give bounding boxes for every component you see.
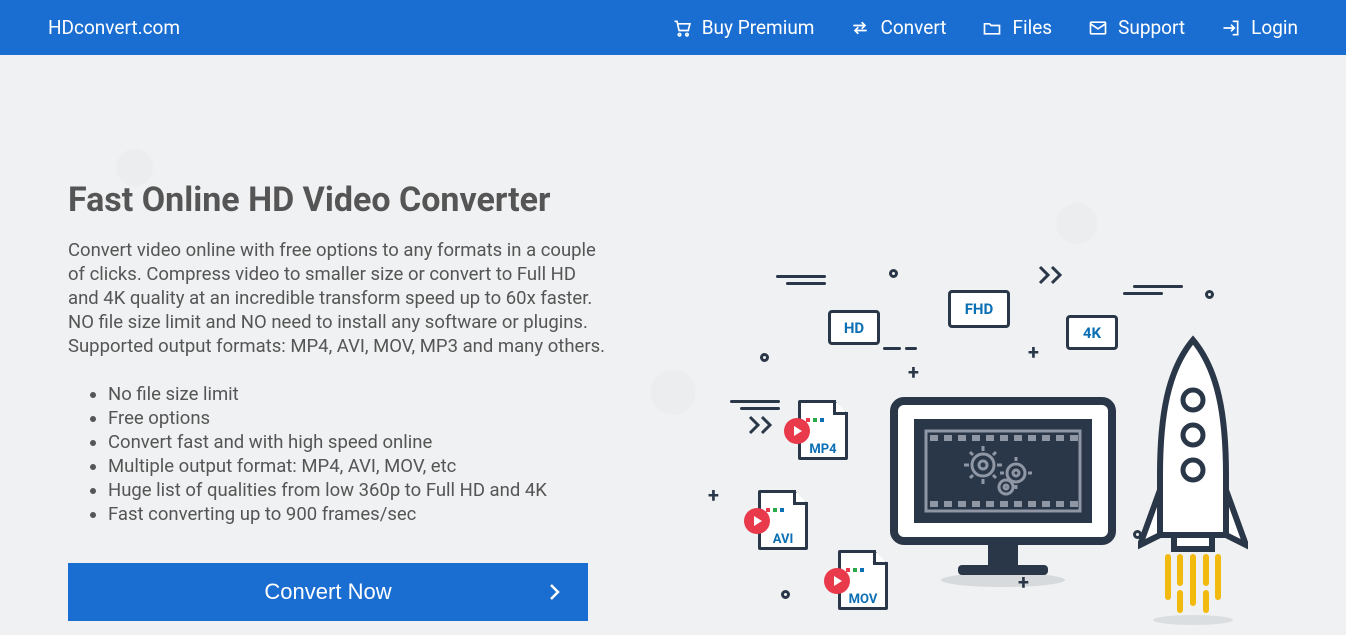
motion-line-icon xyxy=(1133,285,1183,288)
play-icon xyxy=(744,508,770,534)
nav-buy-premium[interactable]: Buy Premium xyxy=(672,16,815,39)
chevrons-icon xyxy=(748,415,776,435)
play-icon xyxy=(824,568,850,594)
motion-line-icon xyxy=(730,400,780,403)
nav-login[interactable]: Login xyxy=(1221,16,1298,39)
page-title: Fast Online HD Video Converter xyxy=(68,180,608,220)
nav-convert[interactable]: Convert xyxy=(850,16,946,39)
main-nav: Buy Premium Convert Files Support Login xyxy=(672,16,1298,39)
motion-line-icon xyxy=(776,275,826,278)
fhd-badge: FHD xyxy=(948,290,1010,328)
feature-list: No file size limit Free options Convert … xyxy=(68,382,608,526)
nav-label: Support xyxy=(1118,16,1185,39)
motion-line-icon xyxy=(740,407,780,410)
nav-support[interactable]: Support xyxy=(1088,16,1185,39)
site-logo[interactable]: HDconvert.com xyxy=(48,16,180,39)
motion-line-icon xyxy=(786,282,826,285)
feature-item: Fast converting up to 900 frames/sec xyxy=(108,502,608,526)
dot-icon xyxy=(889,269,898,278)
hd-badge: HD xyxy=(828,310,880,345)
nav-label: Convert xyxy=(880,16,946,39)
plus-icon: + xyxy=(708,483,719,507)
convert-now-button[interactable]: Convert Now xyxy=(68,563,588,621)
feature-item: Multiple output format: MP4, AVI, MOV, e… xyxy=(108,454,608,478)
fourk-badge: 4K xyxy=(1066,315,1118,350)
mp4-file-icon: MP4 xyxy=(798,400,848,460)
site-header: HDconvert.com Buy Premium Convert Files … xyxy=(0,0,1346,55)
cta-label: Convert Now xyxy=(264,579,391,605)
feature-item: Convert fast and with high speed online xyxy=(108,430,608,454)
rocket-icon xyxy=(1138,335,1248,625)
hero-description: Convert video online with free options t… xyxy=(68,238,608,358)
mov-file-icon: MOV xyxy=(838,550,888,610)
nav-label: Buy Premium xyxy=(702,16,815,39)
plus-icon: + xyxy=(908,360,919,384)
folder-icon xyxy=(982,18,1002,38)
motion-line-icon xyxy=(883,347,901,350)
dot-icon xyxy=(781,590,790,599)
dot-icon xyxy=(1205,290,1214,299)
nav-label: Files xyxy=(1012,16,1052,39)
monitor-icon xyxy=(888,395,1118,595)
nav-files[interactable]: Files xyxy=(982,16,1052,39)
feature-item: No file size limit xyxy=(108,382,608,406)
plus-icon: + xyxy=(1028,340,1039,364)
nav-label: Login xyxy=(1251,16,1298,39)
transfer-icon xyxy=(850,18,870,38)
motion-line-icon xyxy=(905,347,917,350)
cart-icon xyxy=(672,18,692,38)
motion-line-icon xyxy=(1123,292,1163,295)
feature-item: Free options xyxy=(108,406,608,430)
login-icon xyxy=(1221,18,1241,38)
mail-icon xyxy=(1088,18,1108,38)
feature-item: Huge list of qualities from low 360p to … xyxy=(108,478,608,502)
avi-file-icon: AVI xyxy=(758,490,808,550)
dot-icon xyxy=(760,353,769,362)
play-icon xyxy=(784,418,810,444)
hero-illustration: + + + + HD FHD 4K MP4 AVI xyxy=(648,55,1298,617)
chevrons-icon xyxy=(1038,265,1066,285)
chevron-right-icon xyxy=(548,582,562,602)
